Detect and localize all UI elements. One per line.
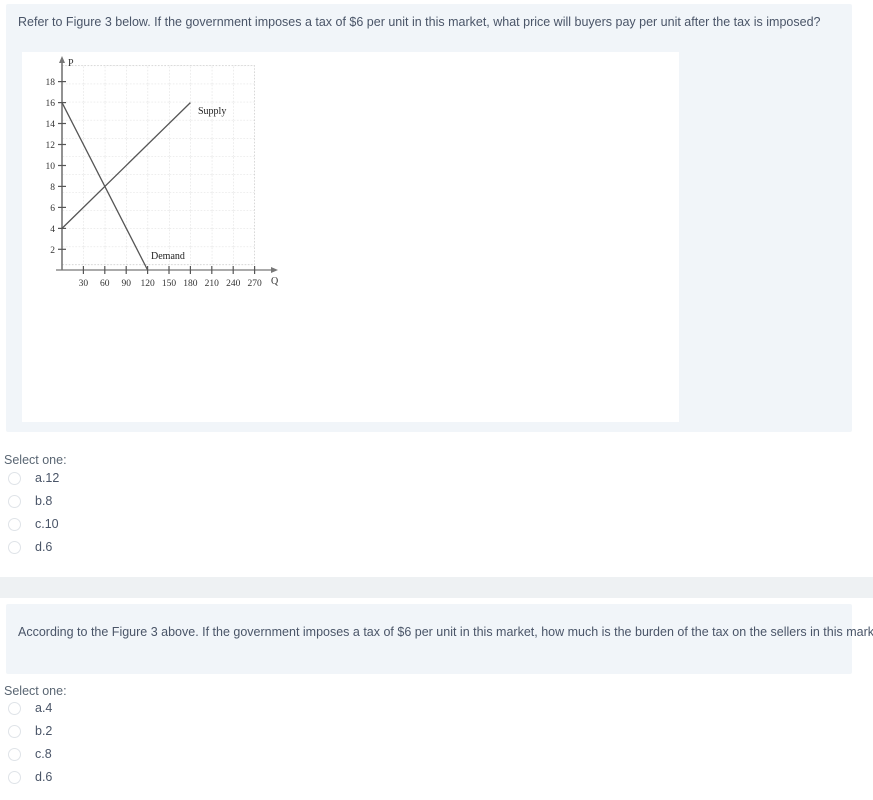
radio-icon[interactable] [8, 748, 21, 761]
svg-text:12: 12 [46, 141, 56, 151]
answer-label: c.8 [35, 747, 52, 761]
answer-option-q1-d[interactable]: d.6 [0, 537, 300, 560]
x-axis-label: Q [271, 276, 279, 287]
question-1-answer-list: a.12 b.8 c.10 d.6 [0, 468, 300, 560]
y-axis-label: P [68, 58, 74, 69]
svg-text:60: 60 [100, 279, 110, 289]
question-2-select-prompt: Select one: [4, 684, 67, 698]
radio-icon[interactable] [8, 541, 21, 554]
svg-text:120: 120 [140, 279, 155, 289]
svg-text:180: 180 [183, 279, 198, 289]
svg-text:240: 240 [226, 279, 241, 289]
answer-label: b.2 [35, 724, 53, 738]
supply-curve-label: Supply [198, 106, 226, 117]
answer-label: a.12 [35, 471, 60, 485]
svg-text:150: 150 [162, 279, 177, 289]
radio-icon[interactable] [8, 725, 21, 738]
svg-text:18: 18 [46, 78, 56, 88]
figure-3-image: P Q 18 16 14 12 10 8 6 4 2 30 60 90 120 … [22, 52, 679, 422]
question-2-answer-list: a.4 b.2 c.8 d.6 [0, 698, 300, 790]
svg-text:4: 4 [50, 225, 55, 235]
answer-option-q2-b[interactable]: b.2 [0, 721, 300, 744]
svg-text:14: 14 [46, 120, 56, 130]
answer-label: a.4 [35, 701, 53, 715]
question-block-2: According to the Figure 3 above. If the … [0, 598, 873, 800]
answer-label: d.6 [35, 770, 53, 784]
answer-option-q2-d[interactable]: d.6 [0, 767, 300, 790]
supply-demand-chart: P Q 18 16 14 12 10 8 6 4 2 30 60 90 120 … [46, 56, 279, 289]
radio-icon[interactable] [8, 472, 21, 485]
radio-icon[interactable] [8, 702, 21, 715]
answer-label: b.8 [35, 494, 53, 508]
svg-text:2: 2 [50, 246, 55, 256]
svg-text:270: 270 [247, 279, 262, 289]
svg-text:6: 6 [50, 204, 55, 214]
radio-icon[interactable] [8, 771, 21, 784]
answer-option-q1-b[interactable]: b.8 [0, 491, 300, 514]
question-2-text: According to the Figure 3 above. If the … [18, 625, 873, 639]
svg-text:8: 8 [50, 183, 55, 193]
answer-option-q2-c[interactable]: c.8 [0, 744, 300, 767]
radio-icon[interactable] [8, 518, 21, 531]
answer-label: d.6 [35, 540, 53, 554]
question-1-select-prompt: Select one: [4, 453, 67, 467]
answer-option-q2-a[interactable]: a.4 [0, 698, 300, 721]
question-2-panel: According to the Figure 3 above. If the … [6, 604, 873, 674]
radio-icon[interactable] [8, 495, 21, 508]
question-separator [0, 577, 873, 598]
answer-label: c.10 [35, 517, 59, 531]
svg-text:10: 10 [46, 162, 56, 172]
svg-text:210: 210 [205, 279, 220, 289]
answer-option-q1-c[interactable]: c.10 [0, 514, 300, 537]
question-block-1: Refer to Figure 3 below. If the governme… [0, 0, 873, 565]
question-1-panel: Refer to Figure 3 below. If the governme… [6, 4, 852, 432]
svg-text:16: 16 [46, 99, 56, 109]
question-1-text: Refer to Figure 3 below. If the governme… [18, 15, 821, 29]
svg-text:30: 30 [79, 279, 89, 289]
demand-curve-label: Demand [151, 251, 185, 262]
svg-text:90: 90 [121, 279, 131, 289]
answer-option-q1-a[interactable]: a.12 [0, 468, 300, 491]
